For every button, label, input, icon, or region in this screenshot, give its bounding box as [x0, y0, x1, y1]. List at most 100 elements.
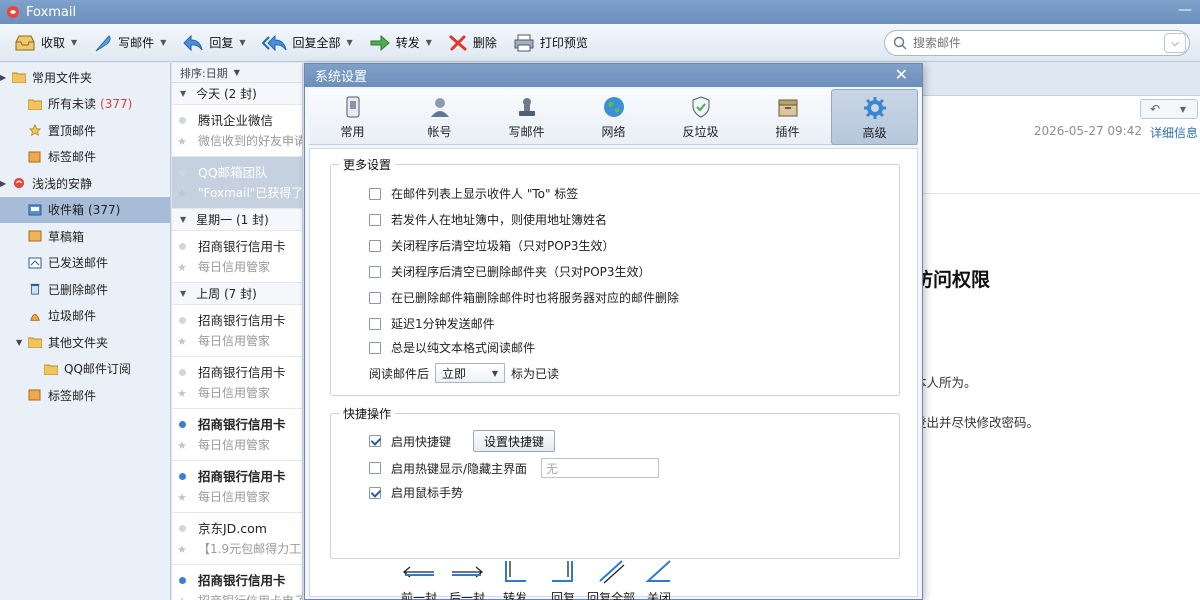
checkbox[interactable] [369, 213, 381, 226]
chevron-down-icon[interactable]: ▼ [160, 38, 166, 47]
sidebar-item-sent[interactable]: 已发送邮件 [0, 250, 170, 277]
chevron-down-icon[interactable]: ▼ [426, 38, 432, 47]
sidebar-item-inbox[interactable]: 收件箱 (377) [0, 196, 170, 223]
unread-dot-icon[interactable] [179, 473, 186, 480]
star-icon[interactable]: ★ [177, 261, 187, 274]
expand-arrow-icon[interactable]: ▼ [16, 338, 26, 347]
tab-advanced[interactable]: 高级 [831, 89, 918, 145]
checkbox[interactable] [369, 486, 381, 499]
forward-button[interactable]: 转发 ▼ [363, 28, 438, 58]
option-enable-gestures[interactable]: 启用鼠标手势 [369, 484, 463, 501]
search-input[interactable] [913, 36, 1164, 50]
tab-network[interactable]: 网络 [570, 89, 657, 145]
option-empty-deleted[interactable]: 关闭程序后清空已删除邮件夹（只对POP3生效） [369, 263, 651, 280]
chevron-down-icon[interactable]: ▼ [347, 38, 353, 47]
list-item[interactable]: ★ QQ邮箱团队 "Foxmail"已获得了你 [172, 157, 302, 209]
list-item[interactable]: ★ 招商银行信用卡 每日信用管家 [172, 461, 302, 513]
sidebar-group-common[interactable]: ▶ 常用文件夹 [0, 64, 170, 91]
group-header-today[interactable]: ▼ 今天 (2 封) [172, 83, 302, 105]
option-empty-junk[interactable]: 关闭程序后清空垃圾箱（只对POP3生效） [369, 237, 615, 254]
read-status-dot-icon[interactable] [179, 117, 186, 124]
group-header-monday[interactable]: ▼ 星期一 (1 封) [172, 209, 302, 231]
sidebar-account[interactable]: ▶ 浅浅的安静 [0, 170, 170, 197]
checkbox[interactable] [369, 435, 381, 447]
star-icon[interactable]: ★ [177, 439, 187, 452]
tab-antispam[interactable]: 反垃圾 [657, 89, 744, 145]
sidebar-item-qq-sub[interactable]: QQ邮件订阅 [0, 356, 170, 383]
delete-button[interactable]: 删除 [442, 28, 503, 58]
read-status-dot-icon[interactable] [179, 317, 186, 324]
group-header-lastweek[interactable]: ▼ 上周 (7 封) [172, 283, 302, 305]
chevron-down-icon[interactable]: ▼ [71, 38, 77, 47]
collapse-arrow-icon[interactable]: ▶ [0, 179, 10, 188]
mark-read-select[interactable]: 立即 ▼ [435, 363, 506, 383]
list-item[interactable]: ★ 腾讯企业微信 微信收到的好友申请 [172, 105, 302, 157]
set-hotkeys-button[interactable]: 设置快捷键 [473, 430, 556, 452]
star-icon[interactable]: ★ [177, 595, 187, 600]
option-hotkey-toggle[interactable]: 启用热键显示/隐藏主界面 无 [369, 458, 660, 478]
checkbox[interactable] [369, 317, 381, 330]
star-icon[interactable]: ★ [177, 387, 187, 400]
chevron-down-icon[interactable]: ▼ [239, 38, 245, 47]
read-status-dot-icon[interactable] [179, 243, 186, 250]
sidebar-item-drafts[interactable]: 草稿箱 [0, 223, 170, 250]
sidebar-item-tag-mail[interactable]: 标签邮件 [0, 382, 170, 409]
reply-icon[interactable]: ↶ [1141, 100, 1169, 118]
search-options-chevron-icon[interactable]: ⌵ [1164, 33, 1186, 53]
hotkey-input[interactable]: 无 [541, 458, 660, 478]
collapse-arrow-icon[interactable]: ▶ [0, 73, 10, 82]
details-link[interactable]: 详细信息 [1150, 124, 1198, 141]
list-item[interactable]: ★ 招商银行信用卡 招商银行信用卡电子 [172, 565, 302, 600]
star-icon[interactable]: ★ [177, 335, 187, 348]
checkbox[interactable] [369, 291, 381, 304]
list-item[interactable]: ★ 招商银行信用卡 每日信用管家 [172, 231, 302, 283]
chevron-down-icon[interactable]: ▼ [1169, 100, 1197, 118]
option-delete-on-server[interactable]: 在已删除邮件箱删除邮件时也将服务器对应的邮件删除 [369, 289, 679, 306]
list-item[interactable]: ★ 招商银行信用卡 每日信用管家 [172, 409, 302, 461]
sidebar-item-other[interactable]: ▼ 其他文件夹 [0, 329, 170, 356]
checkbox[interactable] [369, 187, 381, 200]
sidebar-item-deleted[interactable]: 已删除邮件 [0, 276, 170, 303]
star-icon[interactable]: ★ [177, 187, 187, 200]
tab-account[interactable]: 帐号 [396, 89, 483, 145]
tab-plugins[interactable]: 插件 [744, 89, 831, 145]
minimize-button[interactable]: — [1178, 2, 1192, 18]
read-status-dot-icon[interactable] [179, 169, 186, 176]
reply-all-button[interactable]: 回复全部 ▼ [256, 28, 359, 58]
tab-general[interactable]: 常用 [309, 89, 396, 145]
search-box[interactable]: ⌵ [884, 30, 1190, 56]
collapse-arrow-icon[interactable]: ▼ [180, 289, 186, 298]
option-delay-send[interactable]: 延迟1分钟发送邮件 [369, 315, 495, 332]
sort-dropdown[interactable]: 排序:日期 ▼ [172, 63, 302, 83]
option-use-addressbook-name[interactable]: 若发件人在地址簿中，则使用地址簿姓名 [369, 211, 607, 228]
receive-button[interactable]: 收取 ▼ [8, 28, 83, 58]
checkbox[interactable] [369, 239, 381, 252]
read-status-dot-icon[interactable] [179, 525, 186, 532]
collapse-arrow-icon[interactable]: ▼ [180, 89, 186, 98]
sidebar-item-pinned[interactable]: 置顶邮件 [0, 117, 170, 144]
unread-dot-icon[interactable] [179, 577, 186, 584]
checkbox[interactable] [369, 462, 381, 474]
option-show-to-label[interactable]: 在邮件列表上显示收件人 "To" 标签 [369, 185, 578, 202]
print-preview-button[interactable]: 打印预览 [507, 28, 594, 58]
list-item[interactable]: ★ 招商银行信用卡 每日信用管家 [172, 305, 302, 357]
list-item[interactable]: ★ 京东JD.com 【1.9元包邮得力工具 [172, 513, 302, 565]
option-enable-hotkeys[interactable]: 启用快捷键 设置快捷键 [369, 430, 556, 452]
sidebar-item-all-unread[interactable]: 所有未读 (377) [0, 91, 170, 118]
star-icon[interactable]: ★ [177, 135, 187, 148]
unread-dot-icon[interactable] [179, 421, 186, 428]
list-item[interactable]: ★ 招商银行信用卡 每日信用管家 [172, 357, 302, 409]
tab-compose[interactable]: 写邮件 [483, 89, 570, 145]
sidebar-item-junk[interactable]: 垃圾邮件 [0, 303, 170, 330]
star-icon[interactable]: ★ [177, 543, 187, 556]
checkbox[interactable] [369, 341, 381, 354]
checkbox[interactable] [369, 265, 381, 278]
reply-button[interactable]: 回复 ▼ [176, 28, 251, 58]
star-icon[interactable]: ★ [177, 491, 187, 504]
collapse-arrow-icon[interactable]: ▼ [180, 215, 186, 224]
sidebar-item-flagged[interactable]: 标签邮件 [0, 144, 170, 171]
option-plain-text[interactable]: 总是以纯文本格式阅读邮件 [369, 339, 535, 356]
read-status-dot-icon[interactable] [179, 369, 186, 376]
compose-button[interactable]: 写邮件 ▼ [87, 28, 172, 58]
close-icon[interactable]: ✕ [895, 65, 908, 84]
